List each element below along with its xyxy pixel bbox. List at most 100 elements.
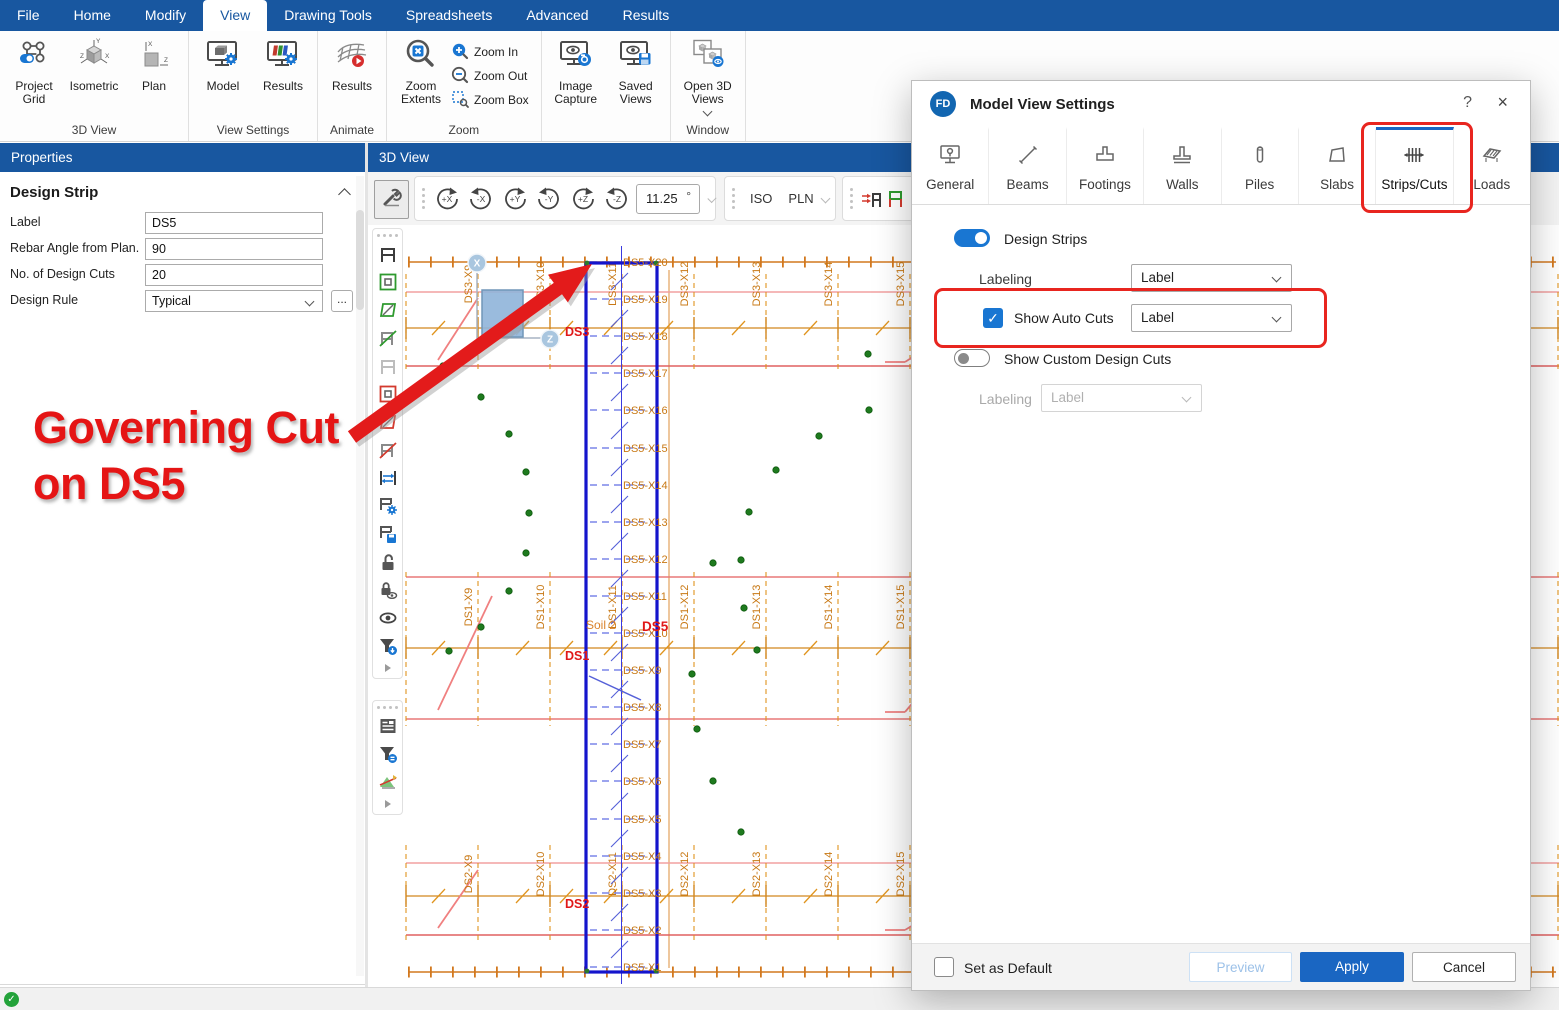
animate-results-button[interactable]: Results xyxy=(322,33,382,93)
section-collapse-icon[interactable] xyxy=(338,188,351,201)
tab-beams[interactable]: Beams xyxy=(989,127,1066,204)
strip-red-box-icon[interactable] xyxy=(376,380,400,408)
set-as-default-checkbox[interactable] xyxy=(934,957,954,977)
rotate-plus-z-button[interactable]: +Z xyxy=(568,184,598,214)
model-view-settings-button[interactable]: Model xyxy=(193,33,253,93)
properties-scrollbar[interactable] xyxy=(356,176,364,976)
tab-drawing-tools[interactable]: Drawing Tools xyxy=(267,0,389,31)
toolbar-grip[interactable] xyxy=(422,188,425,209)
open-3d-views-icon xyxy=(690,38,726,77)
strip-red-slash-icon[interactable] xyxy=(376,436,400,464)
group-label-window: Window xyxy=(675,122,741,141)
toolbar-grip[interactable] xyxy=(732,188,735,209)
tab-strips-cuts[interactable]: Strips/Cuts xyxy=(1376,127,1453,204)
cancel-button[interactable]: Cancel xyxy=(1412,952,1516,982)
saved-views-button[interactable]: Saved Views xyxy=(606,33,666,106)
tab-loads[interactable]: Loads xyxy=(1454,127,1530,204)
isometric-button[interactable]: YZX Isometric xyxy=(64,33,124,93)
tab-footings[interactable]: Footings xyxy=(1067,127,1144,204)
tab-view[interactable]: View xyxy=(203,0,267,31)
plan-button[interactable]: XZ Plan xyxy=(124,33,184,93)
svg-text:DS2-X15: DS2-X15 xyxy=(895,852,907,897)
strip-labeling-dropdown[interactable]: Label xyxy=(1131,264,1292,292)
plan-view-button[interactable]: PLN xyxy=(788,191,813,206)
tab-results[interactable]: Results xyxy=(606,0,687,31)
lock-eye-icon[interactable] xyxy=(376,576,400,604)
toolbar-grip[interactable] xyxy=(850,188,853,209)
dialog-title-bar[interactable]: FD Model View Settings ? × xyxy=(912,81,1530,127)
tab-general[interactable]: General xyxy=(912,127,989,204)
zoom-out-button[interactable]: Zoom Out xyxy=(451,64,537,88)
zoom-box-icon xyxy=(451,90,469,111)
results-view-settings-button[interactable]: Results xyxy=(253,33,313,93)
rotate-plus-x-button[interactable]: +X xyxy=(432,184,462,214)
tab-slabs[interactable]: Slabs xyxy=(1299,127,1376,204)
tab-modify[interactable]: Modify xyxy=(128,0,203,31)
view-tools-button[interactable] xyxy=(374,180,409,219)
tab-piles[interactable]: Piles xyxy=(1222,127,1299,204)
strip-save-icon[interactable] xyxy=(376,520,400,548)
tab-home[interactable]: Home xyxy=(57,0,128,31)
rotation-angle-input[interactable]: 11.25° xyxy=(636,184,700,214)
close-icon[interactable]: × xyxy=(1497,92,1508,113)
view-preset-dropdown-icon[interactable] xyxy=(820,194,830,204)
design-strips-toggle[interactable] xyxy=(954,229,990,247)
zoom-box-button[interactable]: Zoom Box xyxy=(451,88,537,112)
dialog-footer: Set as Default Preview Apply Cancel xyxy=(912,943,1530,990)
help-button[interactable]: ? xyxy=(1463,94,1472,112)
strip-settings-icon[interactable] xyxy=(376,492,400,520)
tab-file[interactable]: File xyxy=(0,0,57,31)
colored-strip-label-icon[interactable] xyxy=(884,185,908,213)
project-grid-button[interactable]: Project Grid xyxy=(4,33,64,106)
results-diagram-icon[interactable] xyxy=(376,768,400,796)
show-auto-cuts-checkbox[interactable]: ✓ xyxy=(983,308,1003,328)
rebar-angle-field[interactable]: 90 xyxy=(145,238,323,260)
apply-button[interactable]: Apply xyxy=(1300,952,1404,982)
zoom-in-button[interactable]: Zoom In xyxy=(451,40,537,64)
image-capture-button[interactable]: Image Capture xyxy=(546,33,606,106)
preview-button[interactable]: Preview xyxy=(1189,952,1292,982)
rotate-minus-x-button[interactable]: -X xyxy=(466,184,496,214)
design-strip-ds5[interactable] xyxy=(585,246,659,984)
toolbar-expander-icon[interactable] xyxy=(376,660,400,675)
filter-down-icon[interactable] xyxy=(376,632,400,660)
iso-view-button[interactable]: ISO xyxy=(750,191,772,206)
eye-icon[interactable] xyxy=(376,604,400,632)
tab-spreadsheets[interactable]: Spreadsheets xyxy=(389,0,509,31)
rotate-plus-y-button[interactable]: +Y xyxy=(500,184,530,214)
model-settings-label: Model xyxy=(207,80,240,93)
strip-light-icon[interactable] xyxy=(376,352,400,380)
rotate-minus-z-button[interactable]: -Z xyxy=(602,184,632,214)
show-custom-cuts-toggle[interactable] xyxy=(954,349,990,367)
design-rule-more-button[interactable]: ... xyxy=(331,290,353,312)
design-cuts-field[interactable]: 20 xyxy=(145,264,323,286)
auto-cuts-labeling-dropdown[interactable]: Label xyxy=(1131,304,1292,332)
tab-walls[interactable]: Walls xyxy=(1144,127,1221,204)
toolbar-grip[interactable] xyxy=(377,706,398,709)
strip-green-slash-icon[interactable] xyxy=(376,324,400,352)
zoom-extents-label: Zoom Extents xyxy=(391,80,451,106)
zoom-extents-button[interactable]: Zoom Extents xyxy=(391,33,451,106)
strip-label-arrows-icon[interactable] xyxy=(860,185,884,213)
zoom-extents-icon xyxy=(404,38,438,77)
strip-green-polygon-icon[interactable] xyxy=(376,296,400,324)
toolbar-expander-icon[interactable] xyxy=(376,796,400,811)
strip-green-box-icon[interactable] xyxy=(376,268,400,296)
tab-advanced[interactable]: Advanced xyxy=(509,0,605,31)
strip-red-polygon-icon[interactable] xyxy=(376,408,400,436)
rotate-minus-y-button[interactable]: -Y xyxy=(534,184,564,214)
open-3d-views-button[interactable]: Open 3D Views xyxy=(675,33,741,115)
strip-width-arrows-icon[interactable] xyxy=(376,464,400,492)
strip-outline-icon[interactable] xyxy=(376,240,400,268)
filter-equal-icon[interactable] xyxy=(376,740,400,768)
toolbar-grip[interactable] xyxy=(377,234,398,237)
results-settings-icon xyxy=(265,38,301,77)
spreadsheet-list-icon[interactable] xyxy=(376,712,400,740)
scrollbar-thumb[interactable] xyxy=(356,210,364,310)
image-capture-label: Image Capture xyxy=(546,80,606,106)
unlock-icon[interactable] xyxy=(376,548,400,576)
angle-dropdown-icon[interactable] xyxy=(707,194,716,203)
open-3d-views-chevron-icon[interactable] xyxy=(703,107,713,117)
design-rule-dropdown[interactable]: Typical xyxy=(145,290,323,312)
label-field[interactable]: DS5 xyxy=(145,212,323,234)
